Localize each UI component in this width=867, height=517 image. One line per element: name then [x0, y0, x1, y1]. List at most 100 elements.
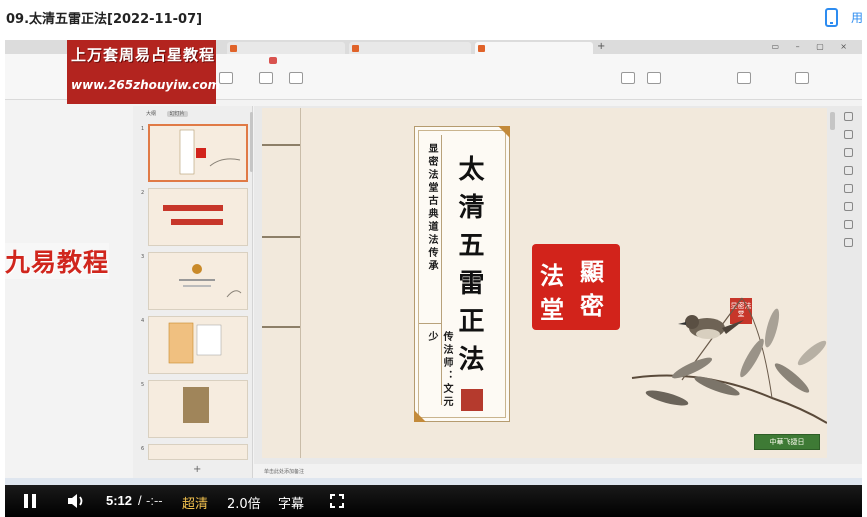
open-in-app-label: 用: [851, 11, 864, 25]
ribbon-icon: [259, 72, 273, 84]
controls-background: [5, 485, 862, 517]
fullscreen-icon: [330, 503, 335, 508]
video-player[interactable]: + ▭ – ▢ × ​ 大纲 幻灯片 1: [5, 40, 862, 517]
player-controls: 5:12 / -:-- 超清 2.0倍 字幕: [5, 485, 862, 517]
slide-canvas: 显密法堂古典道法传承 太清五雷正法 传法师：文元少 法 堂 顯 密 显密法堂 中…: [262, 108, 827, 458]
decorative-line: [262, 236, 300, 238]
toolbar-icon: [844, 238, 853, 247]
fullscreen-icon: [339, 503, 344, 508]
ribbon-icon: [647, 72, 661, 84]
notes-placeholder: 单击此处添加备注: [264, 469, 305, 475]
panel-scrollbar: [250, 112, 253, 172]
slide-thumbnail-panel: 大纲 幻灯片 1 2 3 4 5 6 +: [133, 106, 253, 478]
volume-button[interactable]: [67, 493, 87, 509]
watermark-logo-url: www.265zhouyiw.com: [71, 78, 221, 92]
thumb-number: 1: [141, 126, 145, 132]
pause-icon: [32, 494, 36, 508]
seal-char: 密: [580, 291, 604, 320]
thumb-number: 2: [141, 190, 145, 196]
tab-outline: 大纲: [146, 111, 157, 117]
recorded-taskbar: [5, 478, 862, 485]
fullscreen-icon: [339, 494, 344, 499]
editor-scrollbar: [830, 112, 835, 130]
thumbnail-art: [163, 205, 223, 225]
toolbar-icon: [844, 112, 853, 121]
ribbon-icon: [737, 72, 751, 84]
document-icon: [230, 45, 237, 52]
seal-char: 法: [540, 261, 564, 290]
decorative-line: [300, 108, 301, 458]
duration: -:--: [146, 493, 163, 508]
time-separator: /: [138, 493, 142, 508]
add-slide-icon: +: [193, 464, 202, 475]
red-seal: 法 堂 顯 密: [532, 244, 620, 330]
slide-thumbnail: [148, 188, 248, 246]
corner-ornament: [498, 126, 510, 138]
bird-branch-painting: [631, 297, 827, 424]
ribbon-icon: [795, 72, 809, 84]
thumb-number: 3: [141, 254, 145, 260]
subtitles-button[interactable]: 字幕: [278, 493, 304, 512]
slide-thumbnail: [148, 380, 248, 438]
current-time: 5:12: [106, 493, 133, 508]
title-scroll-card: 显密法堂古典道法传承 太清五雷正法 传法师：文元少: [414, 126, 510, 422]
quality-button[interactable]: 超清: [182, 493, 208, 512]
speaker-icon: [68, 494, 83, 508]
decorative-line: [262, 144, 300, 146]
toolbar-icon: [844, 220, 853, 229]
toolbar-icon: [844, 148, 853, 157]
document-icon: [478, 45, 485, 52]
seal-char: 堂: [540, 295, 564, 324]
card-divider: [419, 323, 441, 324]
fullscreen-button[interactable]: [330, 494, 344, 508]
toolbar-icon: [844, 130, 853, 139]
fullscreen-icon: [330, 494, 335, 499]
pause-icon: [24, 494, 28, 508]
window-controls-icon: ▭ – ▢ ×: [771, 42, 854, 51]
slide-subtitle: 显密法堂古典道法传承: [426, 143, 437, 273]
ribbon-icon: [289, 72, 303, 84]
slide-thumbnail: [148, 316, 248, 374]
ribbon-icon: [219, 72, 233, 84]
recorded-menu-active: ​: [269, 57, 277, 64]
recorded-tab-active: [475, 42, 593, 54]
green-seal: 中華飞捷日: [754, 434, 820, 450]
slide-teacher: 传法师：文元少: [426, 331, 452, 409]
recorded-tab: [227, 42, 345, 54]
thumb-number: 6: [141, 446, 145, 452]
right-toolbar: [840, 112, 860, 252]
new-tab-icon: +: [597, 41, 606, 52]
slide-thumbnail: [148, 124, 248, 182]
thumbnail-art: [179, 264, 242, 298]
open-in-app-button[interactable]: 用: [825, 6, 867, 28]
thumb-number: 4: [141, 318, 145, 324]
notes-bar: 单击此处添加备注: [254, 464, 862, 478]
slide-thumbnail: [148, 444, 248, 460]
slide-editor: 显密法堂古典道法传承 太清五雷正法 传法师：文元少 法 堂 顯 密 显密法堂 中…: [254, 106, 862, 464]
document-icon: [352, 45, 359, 52]
page-title: 09.太清五雷正法[2022-11-07]: [6, 12, 203, 27]
watermark-logo-title: 上万套周易占星教程: [71, 46, 216, 64]
thumb-number: 5: [141, 382, 145, 388]
ribbon-icon: [621, 72, 635, 84]
slide-title: 太清五雷正法: [454, 155, 484, 383]
toolbar-icon: [844, 184, 853, 193]
slide-thumbnail: [148, 252, 248, 310]
tab-slides: 幻灯片: [166, 111, 188, 117]
card-seal: [461, 389, 483, 411]
watermark-logo: 上万套周易占星教程 www.265zhouyiw.com: [67, 40, 220, 104]
panel-tabs: 大纲 幻灯片: [143, 110, 194, 117]
watermark-overlay-text: 九易教程: [5, 243, 110, 279]
phone-icon: [825, 8, 838, 27]
speed-button[interactable]: 2.0倍: [227, 493, 261, 512]
thumbnail-art: [179, 129, 241, 175]
toolbar-icon: [844, 166, 853, 175]
video-frame: + ▭ – ▢ × ​ 大纲 幻灯片 1: [5, 40, 862, 485]
thumbnail-art: [168, 322, 222, 364]
seal-char: 顯: [580, 257, 604, 286]
page-header: 09.太清五雷正法[2022-11-07] 用: [0, 0, 867, 36]
decorative-line: [262, 326, 300, 328]
toolbar-icon: [844, 202, 853, 211]
thumbnail-art: [183, 387, 209, 423]
pause-button[interactable]: [23, 494, 37, 508]
